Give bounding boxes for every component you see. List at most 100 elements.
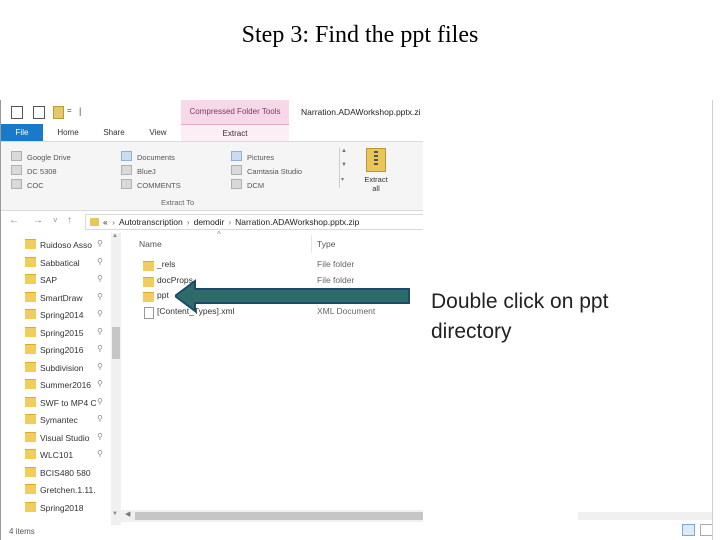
chevron-up-icon[interactable]: ▲: [112, 233, 118, 239]
nav-item[interactable]: Gretchen.1.11.21: [25, 484, 96, 500]
nav-item[interactable]: BCIS480 580: [25, 466, 96, 483]
pin-icon[interactable]: ⚲: [97, 362, 103, 371]
window-right-edge: [712, 100, 720, 540]
chevron-down-icon[interactable]: ▼: [341, 162, 347, 168]
ribbon-gallery-scroll[interactable]: ▲ ▼ ▾: [339, 148, 348, 188]
status-bar: 4 items: [1, 525, 423, 540]
folder-icon: [11, 151, 22, 161]
destination-bluej[interactable]: BlueJ: [121, 165, 156, 176]
chevron-down-icon[interactable]: ▼: [112, 511, 118, 517]
pin-icon[interactable]: ⚲: [97, 449, 103, 458]
path-overflow-icon[interactable]: «: [103, 217, 108, 227]
folder-icon: [25, 484, 36, 494]
pin-icon[interactable]: ⚲: [97, 397, 103, 406]
breadcrumb-autotranscription[interactable]: Autotranscription: [119, 217, 183, 227]
nav-item[interactable]: Sabbatical ⚲: [25, 256, 103, 273]
recent-locations-icon[interactable]: ˅: [53, 216, 58, 225]
scrollbar-thumb[interactable]: [135, 512, 423, 520]
pin-icon[interactable]: ⚲: [97, 432, 103, 441]
folder-icon: [143, 261, 154, 271]
pin-icon[interactable]: ⚲: [97, 344, 103, 353]
tab-file[interactable]: File: [1, 124, 43, 141]
path-separator: ›: [228, 217, 232, 227]
destination-google-drive[interactable]: Google Drive: [11, 151, 71, 162]
pin-icon[interactable]: ⚲: [97, 379, 103, 388]
tab-extract[interactable]: Extract: [181, 124, 289, 141]
back-arrow-icon[interactable]: ←: [9, 215, 19, 226]
destination-camtasia-studio[interactable]: Camtasia Studio: [231, 165, 302, 176]
nav-item[interactable]: Subdivision ⚲: [25, 361, 103, 378]
annotation-text: Double click on ppt directory: [431, 290, 609, 343]
expand-gallery-icon[interactable]: ▾: [341, 176, 344, 183]
properties-icon[interactable]: [11, 106, 23, 119]
breadcrumb-zip[interactable]: Narration.ADAWorkshop.pptx.zip: [235, 217, 359, 227]
new-folder-icon[interactable]: [53, 106, 64, 119]
scrollbar-thumb[interactable]: [112, 327, 120, 359]
breadcrumb-demodir[interactable]: demodir: [194, 217, 225, 227]
nav-item[interactable]: WLC101 ⚲: [25, 449, 103, 465]
nav-item[interactable]: Spring2016 ⚲: [25, 344, 103, 360]
nav-item[interactable]: Spring2014 ⚲: [25, 309, 103, 325]
destination-documents[interactable]: Documents: [121, 151, 175, 162]
nav-item[interactable]: Summer2016 ⚲: [25, 379, 103, 395]
nav-item-label: Spring2015: [40, 327, 84, 338]
folder-icon: [121, 179, 132, 189]
nav-item-label: Spring2018: [40, 502, 84, 513]
pin-icon[interactable]: ⚲: [97, 292, 103, 301]
pin-icon[interactable]: ⚲: [97, 327, 103, 336]
quick-access-dropdown-icon[interactable]: =: [67, 106, 77, 117]
folder-icon: [121, 165, 132, 175]
horizontal-scrollbar[interactable]: ◀: [121, 510, 423, 522]
checkmark-icon[interactable]: [33, 106, 45, 119]
destination-pictures[interactable]: Pictures: [231, 151, 274, 162]
details-view-icon[interactable]: [682, 524, 695, 536]
up-arrow-icon[interactable]: ↑: [67, 215, 72, 226]
tab-home[interactable]: Home: [53, 124, 83, 141]
folder-icon: [11, 165, 22, 175]
nav-item-label: SWF to MP4 C: [40, 397, 96, 408]
chevron-up-icon[interactable]: ▲: [341, 148, 347, 154]
column-header-name[interactable]: Name: [139, 239, 162, 249]
forward-arrow-icon[interactable]: →: [33, 215, 43, 226]
destination-coc[interactable]: COC: [11, 179, 44, 190]
folder-icon: [143, 276, 154, 287]
folder-icon: [11, 179, 22, 189]
nav-item[interactable]: SWF to MP4 C ⚲: [25, 396, 103, 413]
window-title: Narration.ADAWorkshop.pptx.zi: [301, 107, 421, 117]
pin-icon[interactable]: ⚲: [97, 239, 103, 248]
nav-item-label: Spring2016: [40, 345, 84, 355]
nav-item[interactable]: Visual Studio ⚲: [25, 431, 103, 448]
pin-icon[interactable]: ⚲: [97, 309, 103, 318]
address-bar[interactable]: « › Autotranscription › demodir › Narration.A…: [85, 214, 423, 230]
nav-item[interactable]: Symantec ⚲: [25, 414, 103, 430]
tab-share[interactable]: Share: [97, 124, 131, 141]
horizontal-scrollbar-track[interactable]: [578, 512, 720, 520]
pin-icon[interactable]: ⚲: [97, 274, 103, 283]
column-header-type[interactable]: Type: [317, 239, 335, 249]
nav-item[interactable]: SAP ⚲: [25, 274, 103, 290]
slide-title: Step 3: Find the ppt files: [241, 22, 479, 48]
nav-item[interactable]: SmartDraw ⚲: [25, 291, 103, 308]
navigation-scrollbar[interactable]: ▲ ▼: [111, 233, 121, 525]
folder-icon: [231, 179, 242, 189]
nav-item[interactable]: Ruidoso Asso ⚲: [25, 239, 103, 255]
explorer-window: = | Compressed Folder Tools Narration.AD…: [0, 100, 423, 540]
destination-dcm[interactable]: DCM: [231, 179, 264, 190]
column-divider[interactable]: [311, 235, 312, 253]
pin-icon[interactable]: ⚲: [97, 257, 103, 266]
documents-icon: [121, 151, 132, 161]
folder-icon: [25, 309, 36, 319]
tab-view[interactable]: View: [143, 124, 173, 141]
pin-icon[interactable]: ⚲: [97, 414, 103, 423]
destination-dc5308[interactable]: DC 5308: [11, 165, 57, 176]
nav-item[interactable]: Spring2018: [25, 501, 96, 518]
chevron-left-icon[interactable]: ◀: [125, 510, 130, 518]
nav-item-label: Ruidoso Asso: [40, 240, 92, 250]
pointer-arrow: [175, 279, 410, 313]
file-row-rels[interactable]: _rels File folder: [123, 258, 423, 273]
destination-comments[interactable]: COMMENTS: [121, 179, 181, 190]
extract-all-button[interactable]: Extract all: [357, 146, 395, 196]
nav-item[interactable]: Spring2015 ⚲: [25, 326, 103, 343]
path-separator: ›: [112, 217, 115, 227]
arrow-shape: [175, 279, 410, 313]
